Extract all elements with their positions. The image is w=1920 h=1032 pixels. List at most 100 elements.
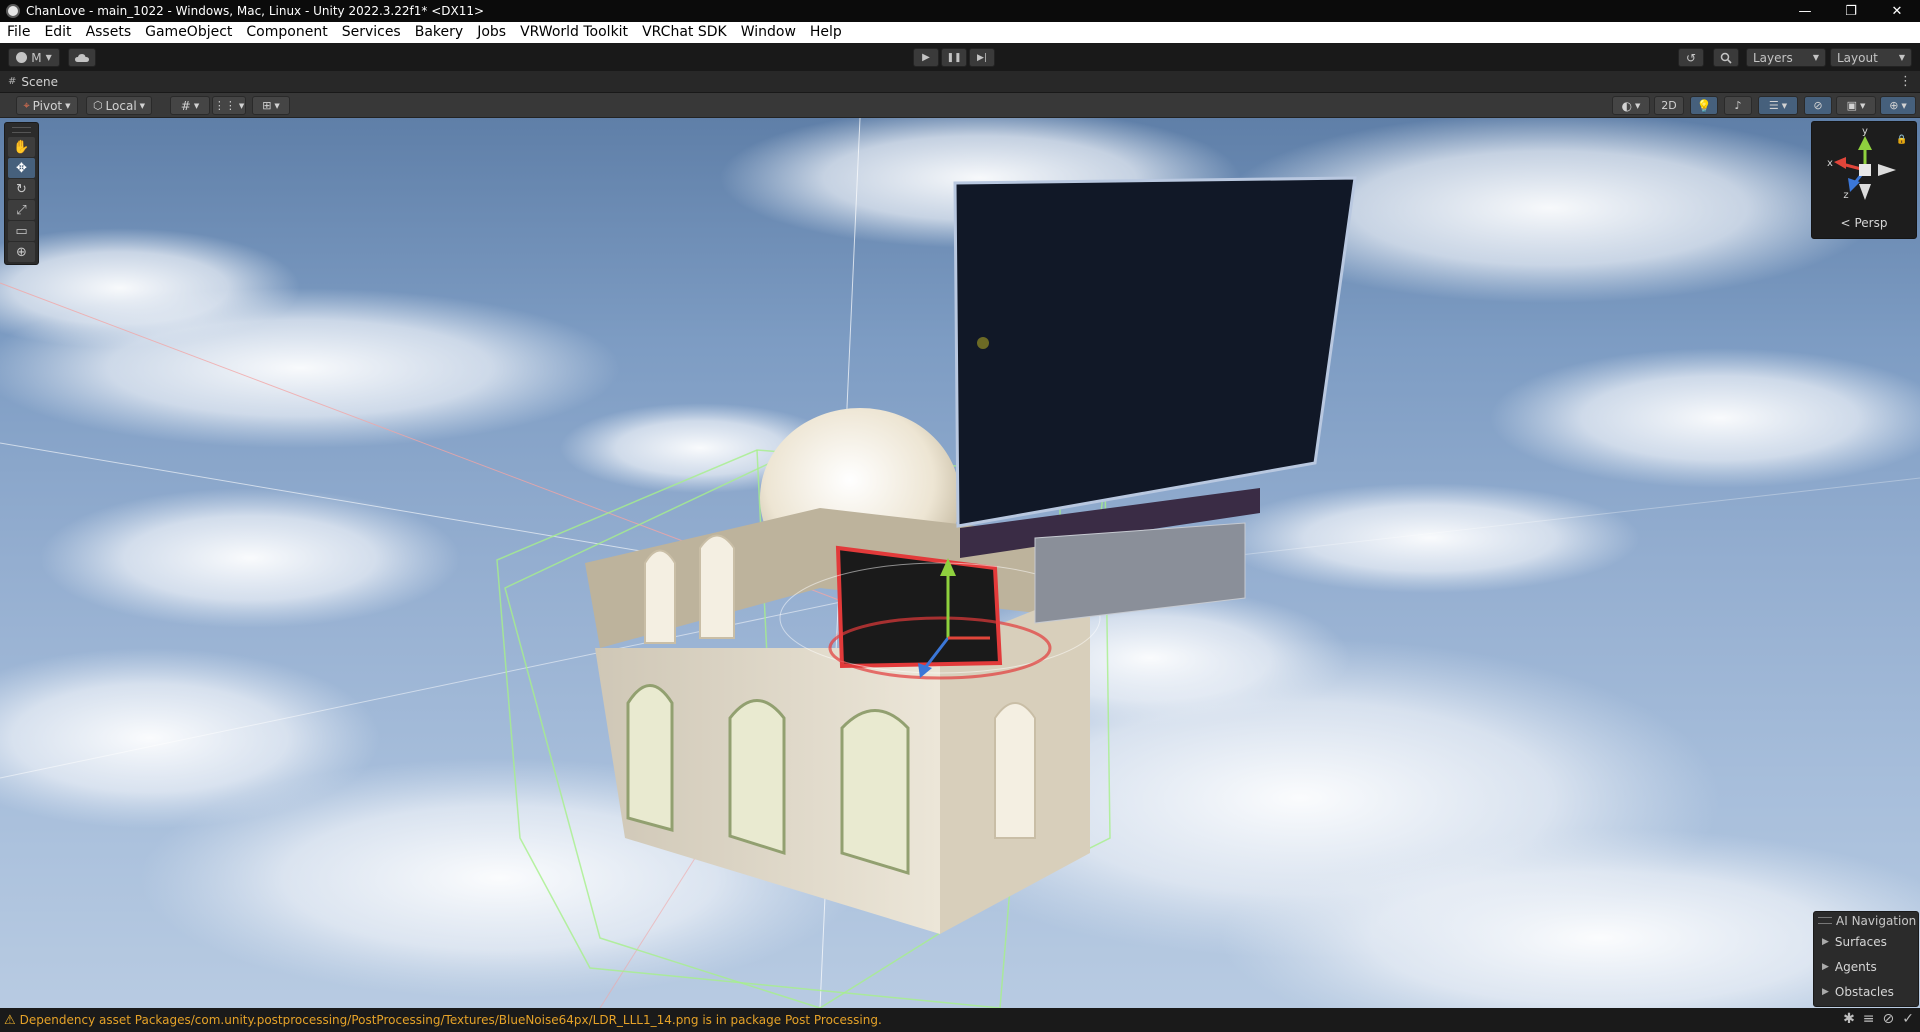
projection-toggle[interactable]: < Persp <box>1812 216 1916 230</box>
x-axis-label: x <box>1827 158 1833 169</box>
scene-tab-label: Scene <box>21 74 58 89</box>
ai-navigation-header[interactable]: AI Navigation <box>1814 912 1918 929</box>
toggle-lighting-button[interactable]: 💡 <box>1690 96 1718 115</box>
grid-snapping-dropdown[interactable]: # ▼ <box>170 96 210 115</box>
hand-tool-button[interactable]: ✋ <box>8 137 35 157</box>
tab-scene[interactable]: # Scene <box>0 75 58 89</box>
check-circle-icon[interactable]: ✓ <box>1902 1011 1914 1027</box>
eye-off-icon: ⊘ <box>1813 99 1823 112</box>
cloud-button[interactable] <box>68 48 96 67</box>
chevron-down-icon: ▼ <box>1860 101 1866 110</box>
chevron-down-icon: ▼ <box>1635 101 1641 110</box>
y-axis-label: y <box>1862 126 1868 137</box>
play-icon: ▶ <box>922 52 930 63</box>
scene-viewport[interactable] <box>0 118 1920 1008</box>
chevron-down-icon: ▼ <box>1812 53 1819 62</box>
menu-gameobject[interactable]: GameObject <box>138 22 239 43</box>
more-options-icon[interactable]: ⋮ <box>1899 74 1912 89</box>
title-bar: ChanLove - main_1022 - Windows, Mac, Lin… <box>0 0 1920 22</box>
scene-tab-bar: # Scene ⋮ <box>0 71 1920 93</box>
step-button[interactable]: ▶| <box>969 48 995 67</box>
scene-render[interactable] <box>0 118 1920 1008</box>
menu-help[interactable]: Help <box>803 22 849 43</box>
toggle-audio-button[interactable]: ♪ <box>1724 96 1752 115</box>
z-axis-label: z <box>1843 190 1848 201</box>
chevron-down-icon: ▼ <box>238 101 245 110</box>
ai-nav-item-obstacles[interactable]: ▶ Obstacles <box>1814 979 1918 1004</box>
projection-label: Persp <box>1854 216 1888 230</box>
gizmos-dropdown[interactable]: ⊕ ▼ <box>1880 96 1916 115</box>
orientation-gizmo[interactable]: y x z 🔒 < Persp <box>1811 121 1917 239</box>
tool-palette: ✋ ✥ ↻ ⤢ ▭ ⊕ <box>4 122 39 265</box>
account-button[interactable]: M ▼ <box>8 48 60 67</box>
grid-snap-icon: # <box>180 98 191 113</box>
menu-window[interactable]: Window <box>734 22 803 43</box>
move-tool-button[interactable]: ✥ <box>8 158 35 178</box>
local-label: Local <box>105 98 137 113</box>
audio-icon: ♪ <box>1734 99 1742 112</box>
minimize-button[interactable]: — <box>1782 0 1828 22</box>
snap-settings-dropdown[interactable]: ⊞ ▼ <box>252 96 290 115</box>
effects-dropdown[interactable]: ☰ ▼ <box>1758 96 1798 115</box>
search-button[interactable] <box>1713 48 1739 67</box>
database-icon[interactable]: ≡ <box>1863 1011 1875 1027</box>
chevron-down-icon: ▼ <box>1901 101 1907 110</box>
chevron-down-icon: ▼ <box>193 101 200 110</box>
chevron-down-icon: ▼ <box>1781 101 1788 110</box>
lock-icon[interactable]: 🔒 <box>1896 134 1907 145</box>
effects-icon: ☰ <box>1768 99 1779 112</box>
restore-button[interactable]: ❐ <box>1828 0 1874 22</box>
status-bar[interactable]: ⚠ Dependency asset Packages/com.unity.po… <box>0 1008 1920 1032</box>
layers-dropdown[interactable]: Layers ▼ <box>1746 48 1826 67</box>
unity-logo-icon <box>6 4 20 18</box>
menu-jobs[interactable]: Jobs <box>470 22 513 43</box>
transform-icon: ⊕ <box>16 244 27 260</box>
rotate-tool-button[interactable]: ↻ <box>8 179 35 199</box>
shading-mode-dropdown[interactable]: ◐ ▼ <box>1612 96 1650 115</box>
snap-icon: ⋮⋮ <box>213 99 236 112</box>
menu-services[interactable]: Services <box>335 22 408 43</box>
menu-assets[interactable]: Assets <box>79 22 139 43</box>
pivot-icon: ⌖ <box>23 98 30 112</box>
pause-icon: ❚❚ <box>946 52 962 63</box>
debug-icon[interactable]: ✱ <box>1843 1011 1855 1027</box>
ai-nav-item-agents[interactable]: ▶ Agents <box>1814 954 1918 979</box>
chevron-down-icon: ▼ <box>139 101 146 110</box>
undo-history-button[interactable]: ↺ <box>1678 48 1704 67</box>
status-message[interactable]: Dependency asset Packages/com.unity.post… <box>20 1013 882 1027</box>
pivot-dropdown[interactable]: ⌖ Pivot ▼ <box>16 96 78 115</box>
mode-2d-label: 2D <box>1661 99 1677 112</box>
play-button[interactable]: ▶ <box>913 48 939 67</box>
ai-nav-item-label: Agents <box>1834 959 1877 974</box>
camera-settings-dropdown[interactable]: ▣ ▼ <box>1836 96 1876 115</box>
toggle-2d-button[interactable]: 2D <box>1654 96 1684 115</box>
menu-file[interactable]: File <box>0 22 37 43</box>
layout-dropdown[interactable]: Layout ▼ <box>1830 48 1912 67</box>
menu-vrchat-sdk[interactable]: VRChat SDK <box>635 22 734 43</box>
rect-tool-button[interactable]: ▭ <box>8 221 35 241</box>
rotate-icon: ↻ <box>16 181 27 197</box>
gizmo-off-icon[interactable]: ⊘ <box>1883 1011 1895 1027</box>
menu-edit[interactable]: Edit <box>37 22 78 43</box>
playmode-controls: ▶ ❚❚ ▶| <box>913 48 995 67</box>
menu-bakery[interactable]: Bakery <box>408 22 470 43</box>
close-button[interactable]: ✕ <box>1874 0 1920 22</box>
scene-visibility-button[interactable]: ⊘ <box>1804 96 1832 115</box>
local-dropdown[interactable]: ⬡ Local ▼ <box>86 96 152 115</box>
transform-tool-button[interactable]: ⊕ <box>8 242 35 262</box>
menu-component[interactable]: Component <box>239 22 334 43</box>
layout-label: Layout <box>1837 50 1878 65</box>
rect-icon: ▭ <box>15 223 28 239</box>
window-title: ChanLove - main_1022 - Windows, Mac, Lin… <box>26 4 485 18</box>
snap-increment-dropdown[interactable]: ⋮⋮ ▼ <box>212 96 246 115</box>
menu-vrworld-toolkit[interactable]: VRWorld Toolkit <box>513 22 635 43</box>
ai-nav-item-surfaces[interactable]: ▶ Surfaces <box>1814 929 1918 954</box>
axis-gizmo-icon[interactable]: y x z 🔒 <box>1812 122 1918 212</box>
expand-arrow-icon: ▶ <box>1822 986 1829 997</box>
lightbulb-icon: 💡 <box>1696 98 1712 113</box>
scale-tool-button[interactable]: ⤢ <box>8 200 35 220</box>
pause-button[interactable]: ❚❚ <box>941 48 967 67</box>
palette-grip[interactable] <box>12 127 31 133</box>
main-toolbar: M ▼ ▶ ❚❚ ▶| ↺ Layers ▼ Layout ▼ <box>0 43 1920 71</box>
ai-nav-item-label: Obstacles <box>1834 984 1894 999</box>
